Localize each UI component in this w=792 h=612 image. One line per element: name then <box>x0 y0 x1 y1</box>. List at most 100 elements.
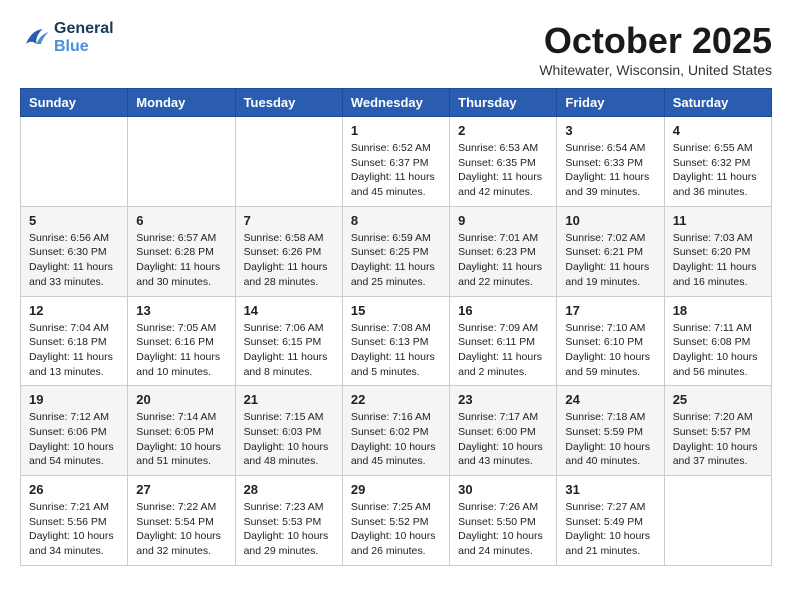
calendar-cell: 17Sunrise: 7:10 AMSunset: 6:10 PMDayligh… <box>557 296 664 386</box>
calendar-week-1: 1 Sunrise: 6:52 AMSunset: 6:37 PMDaylight… <box>21 117 772 207</box>
day-info: Sunrise: 7:27 AMSunset: 5:49 PMDaylight:… <box>565 500 655 559</box>
day-number: 6 <box>136 213 226 228</box>
calendar-cell: 22 Sunrise: 7:16 AMSunset: 6:02 PMDayligh… <box>342 386 449 476</box>
day-number: 7 <box>244 213 334 228</box>
calendar-cell: 24 Sunrise: 7:18 AMSunset: 5:59 PMDayligh… <box>557 386 664 476</box>
day-number: 22 <box>351 392 441 407</box>
day-info: Sunrise: 6:52 AMSunset: 6:37 PMDaylight:… <box>351 141 441 200</box>
calendar-cell: 19 Sunrise: 7:12 AMSunset: 6:06 PMDayligh… <box>21 386 128 476</box>
day-number: 17 <box>565 303 655 318</box>
day-info: Sunrise: 7:03 AMSunset: 6:20 PMDaylight:… <box>673 231 763 290</box>
day-info: Sunrise: 7:17 AMSunset: 6:00 PMDaylight:… <box>458 410 548 469</box>
day-number: 25 <box>673 392 763 407</box>
calendar-cell: 30 Sunrise: 7:26 AMSunset: 5:50 PMDayligh… <box>450 476 557 566</box>
calendar-week-4: 19 Sunrise: 7:12 AMSunset: 6:06 PMDayligh… <box>21 386 772 476</box>
calendar-cell: 9Sunrise: 7:01 AMSunset: 6:23 PMDaylight… <box>450 206 557 296</box>
day-info: Sunrise: 7:26 AMSunset: 5:50 PMDaylight:… <box>458 500 548 559</box>
calendar-cell: 2Sunrise: 6:53 AMSunset: 6:35 PMDaylight… <box>450 117 557 207</box>
calendar-cell: 6 Sunrise: 6:57 AMSunset: 6:28 PMDaylight… <box>128 206 235 296</box>
day-info: Sunrise: 6:54 AMSunset: 6:33 PMDaylight:… <box>565 141 655 200</box>
calendar-week-2: 5 Sunrise: 6:56 AMSunset: 6:30 PMDaylight… <box>21 206 772 296</box>
logo-text: General Blue <box>54 20 114 56</box>
day-info: Sunrise: 6:55 AMSunset: 6:32 PMDaylight:… <box>673 141 763 200</box>
day-number: 24 <box>565 392 655 407</box>
calendar-cell: 15Sunrise: 7:08 AMSunset: 6:13 PMDayligh… <box>342 296 449 386</box>
calendar-cell: 12Sunrise: 7:04 AMSunset: 6:18 PMDayligh… <box>21 296 128 386</box>
day-number: 21 <box>244 392 334 407</box>
day-info: Sunrise: 7:20 AMSunset: 5:57 PMDaylight:… <box>673 410 763 469</box>
logo: General Blue <box>20 20 114 56</box>
day-info: Sunrise: 7:09 AMSunset: 6:11 PMDaylight:… <box>458 321 548 380</box>
calendar-cell: 21 Sunrise: 7:15 AMSunset: 6:03 PMDayligh… <box>235 386 342 476</box>
calendar-cell <box>21 117 128 207</box>
day-number: 19 <box>29 392 119 407</box>
day-number: 20 <box>136 392 226 407</box>
day-info: Sunrise: 7:06 AMSunset: 6:15 PMDaylight:… <box>244 321 334 380</box>
location-text: Whitewater, Wisconsin, United States <box>539 62 772 78</box>
day-info: Sunrise: 7:22 AMSunset: 5:54 PMDaylight:… <box>136 500 226 559</box>
calendar-cell: 20 Sunrise: 7:14 AMSunset: 6:05 PMDayligh… <box>128 386 235 476</box>
weekday-header-wednesday: Wednesday <box>342 89 449 117</box>
day-info: Sunrise: 7:14 AMSunset: 6:05 PMDaylight:… <box>136 410 226 469</box>
day-info: Sunrise: 7:12 AMSunset: 6:06 PMDaylight:… <box>29 410 119 469</box>
day-number: 28 <box>244 482 334 497</box>
calendar-cell: 5 Sunrise: 6:56 AMSunset: 6:30 PMDaylight… <box>21 206 128 296</box>
calendar-week-5: 26Sunrise: 7:21 AMSunset: 5:56 PMDayligh… <box>21 476 772 566</box>
calendar-cell: 25 Sunrise: 7:20 AMSunset: 5:57 PMDayligh… <box>664 386 771 476</box>
day-number: 12 <box>29 303 119 318</box>
day-number: 14 <box>244 303 334 318</box>
day-number: 23 <box>458 392 548 407</box>
day-info: Sunrise: 7:25 AMSunset: 5:52 PMDaylight:… <box>351 500 441 559</box>
calendar-cell: 14 Sunrise: 7:06 AMSunset: 6:15 PMDayligh… <box>235 296 342 386</box>
logo-icon <box>20 23 50 53</box>
day-number: 11 <box>673 213 763 228</box>
day-info: Sunrise: 6:57 AMSunset: 6:28 PMDaylight:… <box>136 231 226 290</box>
day-number: 29 <box>351 482 441 497</box>
day-info: Sunrise: 7:05 AMSunset: 6:16 PMDaylight:… <box>136 321 226 380</box>
calendar-cell <box>128 117 235 207</box>
weekday-header-row: SundayMondayTuesdayWednesdayThursdayFrid… <box>21 89 772 117</box>
day-info: Sunrise: 7:11 AMSunset: 6:08 PMDaylight:… <box>673 321 763 380</box>
calendar-cell: 1 Sunrise: 6:52 AMSunset: 6:37 PMDaylight… <box>342 117 449 207</box>
day-number: 8 <box>351 213 441 228</box>
day-info: Sunrise: 7:18 AMSunset: 5:59 PMDaylight:… <box>565 410 655 469</box>
day-number: 4 <box>673 123 763 138</box>
weekday-header-thursday: Thursday <box>450 89 557 117</box>
calendar-cell: 10Sunrise: 7:02 AMSunset: 6:21 PMDayligh… <box>557 206 664 296</box>
day-info: Sunrise: 6:56 AMSunset: 6:30 PMDaylight:… <box>29 231 119 290</box>
day-number: 1 <box>351 123 441 138</box>
day-number: 5 <box>29 213 119 228</box>
day-number: 27 <box>136 482 226 497</box>
calendar-cell: 31 Sunrise: 7:27 AMSunset: 5:49 PMDayligh… <box>557 476 664 566</box>
day-number: 2 <box>458 123 548 138</box>
month-title: October 2025 <box>539 20 772 62</box>
weekday-header-saturday: Saturday <box>664 89 771 117</box>
day-number: 26 <box>29 482 119 497</box>
calendar-cell: 23 Sunrise: 7:17 AMSunset: 6:00 PMDayligh… <box>450 386 557 476</box>
day-number: 9 <box>458 213 548 228</box>
day-number: 30 <box>458 482 548 497</box>
calendar-cell: 8Sunrise: 6:59 AMSunset: 6:25 PMDaylight… <box>342 206 449 296</box>
day-number: 10 <box>565 213 655 228</box>
calendar-cell: 26Sunrise: 7:21 AMSunset: 5:56 PMDayligh… <box>21 476 128 566</box>
day-info: Sunrise: 6:58 AMSunset: 6:26 PMDaylight:… <box>244 231 334 290</box>
calendar-cell: 3 Sunrise: 6:54 AMSunset: 6:33 PMDaylight… <box>557 117 664 207</box>
calendar-cell: 7 Sunrise: 6:58 AMSunset: 6:26 PMDaylight… <box>235 206 342 296</box>
day-info: Sunrise: 7:15 AMSunset: 6:03 PMDaylight:… <box>244 410 334 469</box>
day-info: Sunrise: 7:23 AMSunset: 5:53 PMDaylight:… <box>244 500 334 559</box>
day-info: Sunrise: 7:16 AMSunset: 6:02 PMDaylight:… <box>351 410 441 469</box>
day-number: 15 <box>351 303 441 318</box>
calendar-cell: 4 Sunrise: 6:55 AMSunset: 6:32 PMDaylight… <box>664 117 771 207</box>
day-number: 31 <box>565 482 655 497</box>
day-number: 3 <box>565 123 655 138</box>
calendar-cell: 28 Sunrise: 7:23 AMSunset: 5:53 PMDayligh… <box>235 476 342 566</box>
calendar-cell <box>235 117 342 207</box>
calendar-table: SundayMondayTuesdayWednesdayThursdayFrid… <box>20 88 772 566</box>
calendar-cell: 29 Sunrise: 7:25 AMSunset: 5:52 PMDayligh… <box>342 476 449 566</box>
page-header: General Blue October 2025 Whitewater, Wi… <box>20 20 772 78</box>
day-number: 13 <box>136 303 226 318</box>
calendar-cell <box>664 476 771 566</box>
day-number: 16 <box>458 303 548 318</box>
calendar-week-3: 12Sunrise: 7:04 AMSunset: 6:18 PMDayligh… <box>21 296 772 386</box>
day-number: 18 <box>673 303 763 318</box>
